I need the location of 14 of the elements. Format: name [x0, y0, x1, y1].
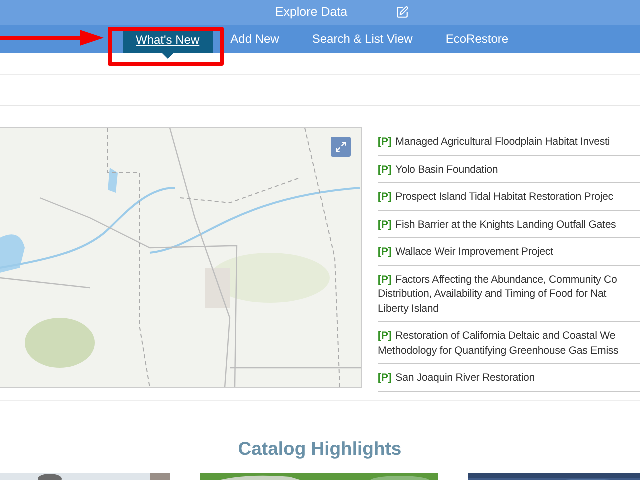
section-title: Explore Data	[275, 5, 348, 20]
project-link[interactable]: [P] Yolo Basin Foundation	[378, 162, 640, 184]
project-link[interactable]: [P] Prospect Island Tidal Habitat Restoration Projec	[378, 189, 640, 211]
expand-button[interactable]	[331, 137, 351, 158]
project-link[interactable]: [P] Restoration of California Deltaic and Coastal We Methodology for Quantifying Greenhouse Gas Emiss	[378, 328, 640, 364]
project-link[interactable]: [P] Wallace Weir Improvement Project	[378, 244, 640, 266]
tab-pointer	[162, 52, 174, 58]
edit-icon[interactable]	[396, 6, 409, 19]
project-link[interactable]: [P] Managed Agricultural Floodplain Habitat Investi	[378, 134, 640, 156]
project-link[interactable]: [P] Factors Affecting the Abundance, Community Co Distribution, Availability and Timing of Food for Nat Liberty Island	[378, 272, 640, 322]
project-link[interactable]: [P] San Joaquin River Restoration	[378, 370, 640, 392]
expand-icon	[335, 141, 347, 154]
section-heading: Catalog Highlights	[238, 438, 402, 460]
project-link[interactable]: [P] Fish Barrier at the Knights Landing Outfall Gates	[378, 216, 640, 238]
